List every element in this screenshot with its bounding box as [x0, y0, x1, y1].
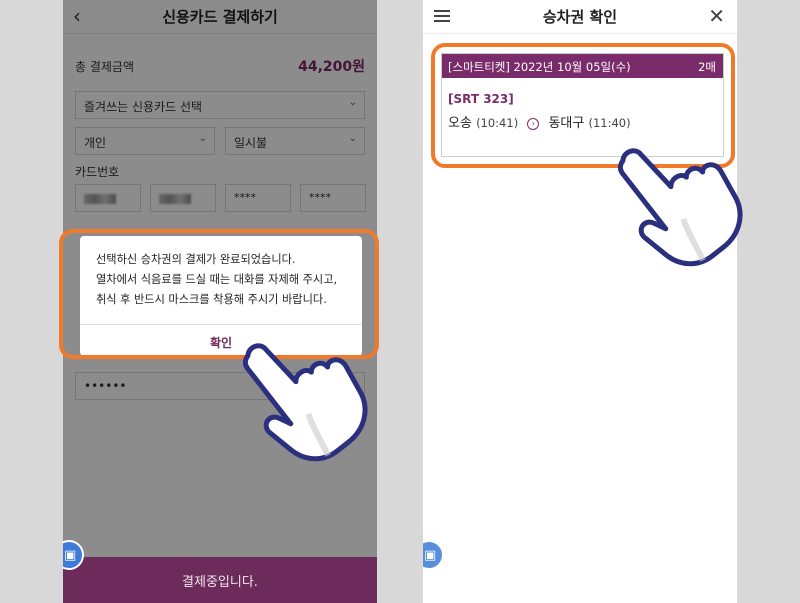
- right-header: 승차권 확인 ✕: [423, 0, 737, 34]
- pointing-hand-icon: [617, 148, 743, 267]
- page-title: 승차권 확인: [542, 8, 618, 26]
- payment-status-label: 결제중입니다.: [182, 575, 258, 590]
- payment-status-bar: 결제중입니다.: [63, 557, 377, 603]
- pointing-hand-icon: [242, 343, 368, 462]
- ticket-icon: ▣: [64, 548, 77, 563]
- ticket-icon: ▣: [424, 548, 437, 563]
- floating-ticket-button[interactable]: ▣: [423, 540, 444, 570]
- close-icon[interactable]: ✕: [708, 4, 725, 28]
